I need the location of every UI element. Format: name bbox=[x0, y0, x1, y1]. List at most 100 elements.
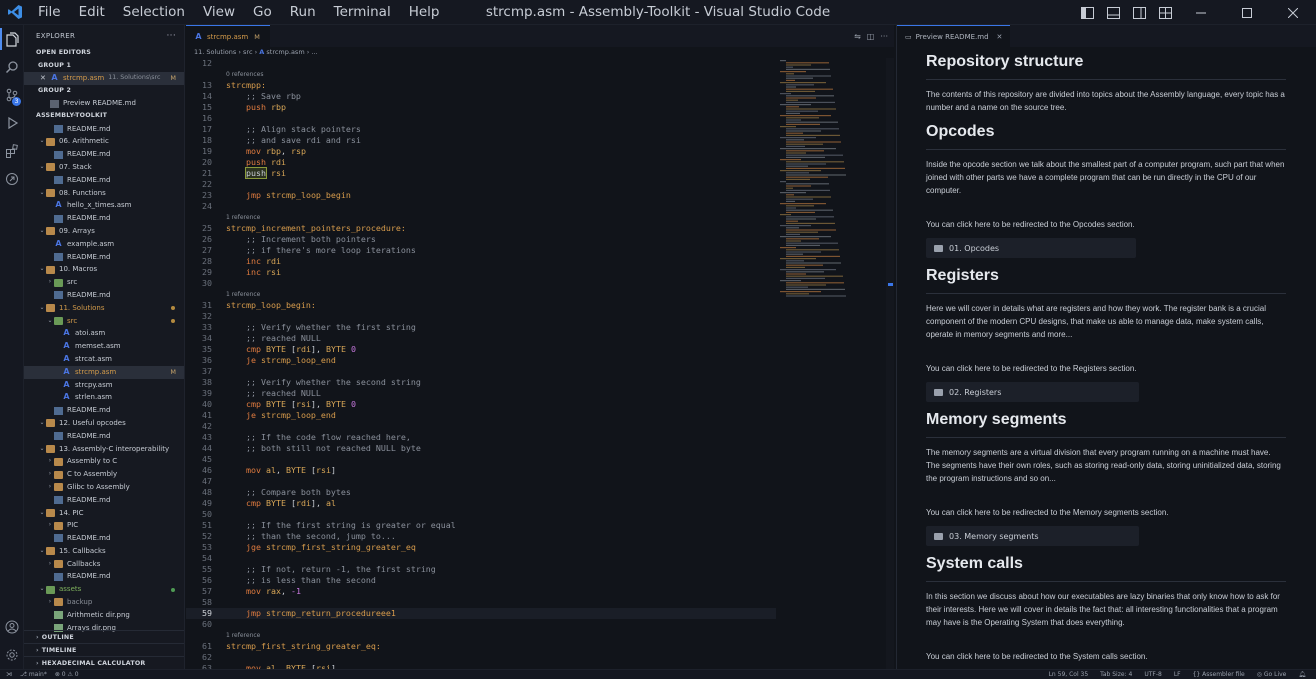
tree-file[interactable]: README.md bbox=[24, 532, 184, 545]
tree-file[interactable]: README.md bbox=[24, 123, 184, 136]
codelens-label[interactable]: 1 reference bbox=[226, 289, 260, 300]
outline-section[interactable]: › OUTLINE bbox=[24, 630, 184, 643]
close-icon[interactable] bbox=[1270, 0, 1316, 25]
tree-file[interactable]: README.md bbox=[24, 251, 184, 264]
menu-terminal[interactable]: Terminal bbox=[325, 4, 400, 20]
go-live-button[interactable]: ◎ Go Live bbox=[1257, 671, 1287, 678]
tree-file[interactable]: Aatoi.asm bbox=[24, 327, 184, 340]
tree-file[interactable]: Astrcat.asm bbox=[24, 353, 184, 366]
customize-layout-icon[interactable] bbox=[1152, 0, 1178, 25]
minimap[interactable] bbox=[778, 58, 878, 308]
notifications-bell-icon[interactable]: 🔔︎ bbox=[1298, 671, 1306, 678]
breadcrumb-item[interactable]: strcmp.asm bbox=[266, 48, 304, 56]
close-tab-icon[interactable]: ✕ bbox=[997, 33, 1003, 41]
tree-folder[interactable]: ⌄ src bbox=[24, 315, 184, 328]
menu-edit[interactable]: Edit bbox=[70, 4, 114, 20]
tree-folder[interactable]: ⌄ 11. Solutions bbox=[24, 302, 184, 315]
section-link-button[interactable]: 03. Memory segments bbox=[926, 526, 1139, 546]
open-editor-strcmp[interactable]: ✕ A strcmp.asm 11. Solutions\src M bbox=[24, 72, 184, 85]
language-mode[interactable]: {} Assembler file bbox=[1193, 671, 1245, 678]
remote-indicator-icon[interactable]: ⋊ bbox=[6, 671, 12, 678]
codelens-label[interactable]: 1 reference bbox=[226, 212, 260, 223]
redirect-text[interactable]: You can click here to be redirected to t… bbox=[926, 506, 1286, 519]
tree-folder[interactable]: › src bbox=[24, 276, 184, 289]
breadcrumb-item[interactable]: ... bbox=[311, 48, 317, 56]
tree-folder[interactable]: ⌄ 15. Callbacks bbox=[24, 545, 184, 558]
branch-indicator[interactable]: ⎇ main* bbox=[20, 671, 47, 678]
tree-file[interactable]: Amemset.asm bbox=[24, 340, 184, 353]
codelens-label[interactable]: 0 references bbox=[226, 69, 264, 80]
hexcalc-section[interactable]: › HEXADECIMAL CALCULATOR bbox=[24, 656, 184, 669]
menu-go[interactable]: Go bbox=[244, 4, 281, 20]
tree-file[interactable]: README.md bbox=[24, 174, 184, 187]
tree-file[interactable]: Ahello_x_times.asm bbox=[24, 199, 184, 212]
account-icon[interactable] bbox=[0, 613, 24, 641]
minimize-icon[interactable] bbox=[1178, 0, 1224, 25]
maximize-icon[interactable] bbox=[1224, 0, 1270, 25]
encoding[interactable]: UTF-8 bbox=[1144, 671, 1162, 678]
toggle-panel-icon[interactable] bbox=[1100, 0, 1126, 25]
tree-file[interactable]: Astrcmp.asm M bbox=[24, 365, 184, 379]
redirect-text[interactable]: You can click here to be redirected to t… bbox=[926, 218, 1286, 231]
tree-file[interactable]: README.md bbox=[24, 404, 184, 417]
tree-folder[interactable]: ⌄ 13. Assembly-C interoperability bbox=[24, 443, 184, 456]
project-header[interactable]: ASSEMBLY-TOOLKIT bbox=[24, 110, 184, 123]
timeline-section[interactable]: › TIMELINE bbox=[24, 643, 184, 656]
open-editor-preview[interactable]: Preview README.md bbox=[24, 97, 184, 110]
tree-file[interactable]: README.md bbox=[24, 570, 184, 583]
tree-file[interactable]: Aexample.asm bbox=[24, 238, 184, 251]
menu-run[interactable]: Run bbox=[281, 4, 325, 20]
search-icon[interactable] bbox=[0, 53, 24, 81]
tree-folder[interactable]: ⌄ assets bbox=[24, 583, 184, 596]
section-link-button[interactable]: 01. Opcodes bbox=[926, 238, 1136, 258]
section-link-button[interactable]: 02. Registers bbox=[926, 382, 1139, 402]
menu-selection[interactable]: Selection bbox=[114, 4, 194, 20]
editor-scrollbar[interactable] bbox=[886, 58, 894, 669]
extensions-icon[interactable] bbox=[0, 137, 24, 165]
tree-folder[interactable]: › backup bbox=[24, 596, 184, 609]
tree-file[interactable]: README.md bbox=[24, 494, 184, 507]
code-editor[interactable]: 12 0 references 13 strcmpp: 14 ;; Save rbp 15… bbox=[186, 58, 776, 669]
tree-file[interactable]: README.md bbox=[24, 289, 184, 302]
tree-file[interactable]: README.md bbox=[24, 430, 184, 443]
eol[interactable]: LF bbox=[1174, 671, 1181, 678]
tab-size[interactable]: Tab Size: 4 bbox=[1100, 671, 1132, 678]
problems-indicator[interactable]: ⊗ 0 ⚠ 0 bbox=[55, 671, 79, 678]
codelens-label[interactable]: 1 reference bbox=[226, 630, 260, 641]
tree-file[interactable]: Astrcpy.asm bbox=[24, 379, 184, 392]
tree-folder[interactable]: ⌄ 12. Useful opcodes bbox=[24, 417, 184, 430]
toggle-secondary-sidebar-icon[interactable] bbox=[1126, 0, 1152, 25]
remote-icon[interactable] bbox=[0, 165, 24, 193]
tree-file[interactable]: Astrlen.asm bbox=[24, 391, 184, 404]
menu-file[interactable]: File bbox=[30, 4, 70, 20]
tree-folder[interactable]: › Callbacks bbox=[24, 558, 184, 571]
tree-folder[interactable]: › C to Assembly bbox=[24, 468, 184, 481]
open-changes-icon[interactable]: ⇋ bbox=[854, 32, 861, 41]
tree-folder[interactable]: › PIC bbox=[24, 519, 184, 532]
redirect-text[interactable]: You can click here to be redirected to t… bbox=[926, 362, 1286, 375]
tab-preview-readme[interactable]: ▭ Preview README.md ✕ bbox=[897, 25, 1011, 47]
cursor-position[interactable]: Ln 59, Col 35 bbox=[1049, 671, 1089, 678]
tree-folder[interactable]: ⌄ 08. Functions bbox=[24, 187, 184, 200]
tab-strcmp[interactable]: A strcmp.asm M bbox=[186, 25, 270, 47]
menu-view[interactable]: View bbox=[194, 4, 244, 20]
tree-folder[interactable]: ⌄ 09. Arrays bbox=[24, 225, 184, 238]
explorer-icon[interactable] bbox=[0, 25, 24, 53]
tree-file[interactable]: README.md bbox=[24, 148, 184, 161]
open-editors-header[interactable]: OPEN EDITORS bbox=[24, 47, 184, 60]
more-actions-icon[interactable]: ··· bbox=[880, 32, 888, 41]
tree-file[interactable]: README.md bbox=[24, 212, 184, 225]
tree-folder[interactable]: ⌄ 10. Macros bbox=[24, 263, 184, 276]
tree-file[interactable]: Arithmetic dir.png bbox=[24, 609, 184, 622]
tree-folder[interactable]: ⌄ 07. Stack bbox=[24, 161, 184, 174]
tree-folder[interactable]: › Glibc to Assembly bbox=[24, 481, 184, 494]
redirect-text[interactable]: You can click here to be redirected to t… bbox=[926, 650, 1286, 663]
tree-folder[interactable]: › Assembly to C bbox=[24, 455, 184, 468]
split-editor-icon[interactable]: ◫ bbox=[867, 32, 875, 41]
tree-folder[interactable]: ⌄ 06. Arithmetic bbox=[24, 135, 184, 148]
source-control-icon[interactable]: 3 bbox=[0, 81, 24, 109]
breadcrumb-item[interactable]: src bbox=[243, 48, 253, 56]
more-actions-icon[interactable]: ··· bbox=[167, 31, 176, 41]
toggle-primary-sidebar-icon[interactable] bbox=[1074, 0, 1100, 25]
run-debug-icon[interactable] bbox=[0, 109, 24, 137]
